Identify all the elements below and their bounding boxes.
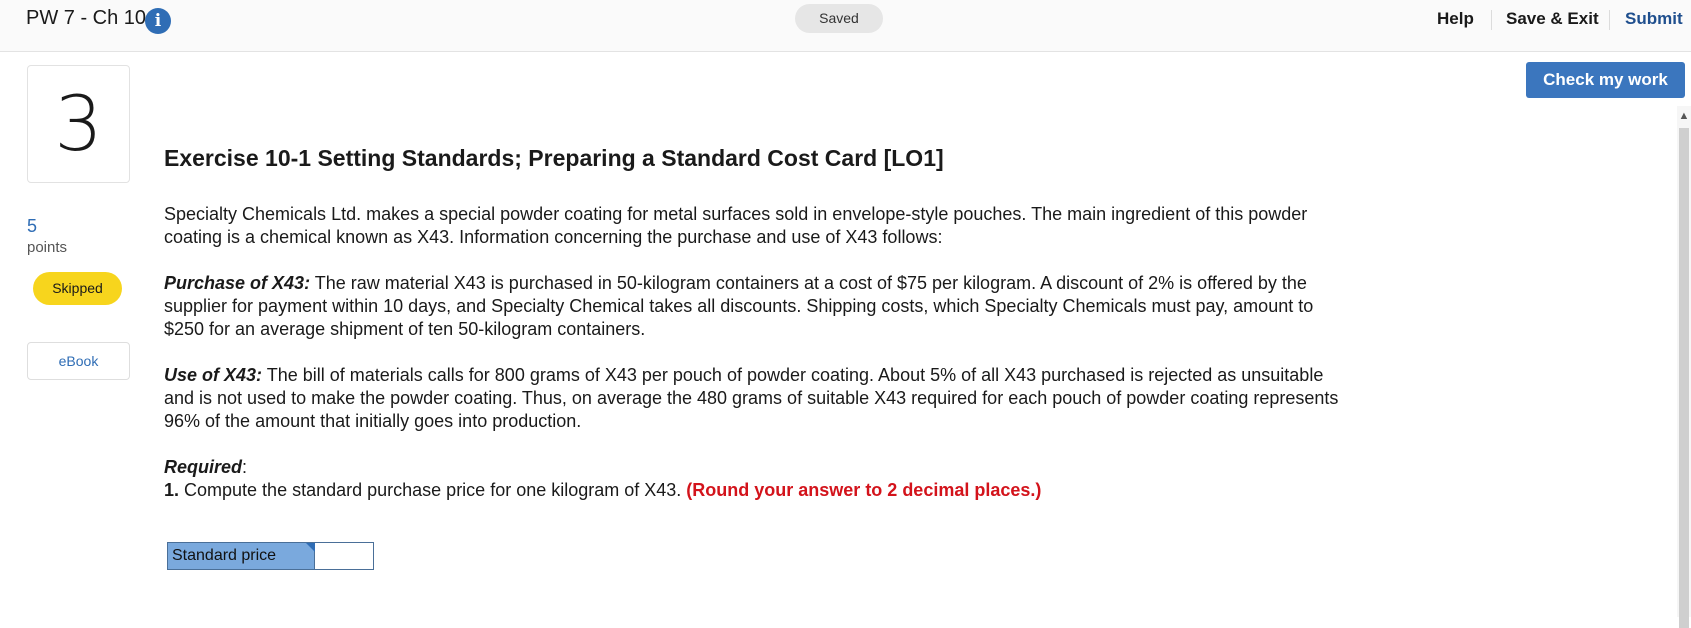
nav-divider: [1491, 10, 1492, 30]
submit-link[interactable]: Submit: [1625, 9, 1683, 29]
scroll-thumb[interactable]: [1679, 128, 1689, 628]
cell-marker-icon: [306, 543, 315, 552]
nav-divider: [1609, 10, 1610, 30]
question-number: 3: [27, 65, 130, 183]
status-badge: Skipped: [33, 272, 122, 305]
requirement-1: 1. Compute the standard purchase price f…: [164, 479, 1344, 502]
purchase-text: The raw material X43 is purchased in 50-…: [164, 273, 1314, 339]
help-link[interactable]: Help: [1437, 9, 1474, 29]
use-text: The bill of materials calls for 800 gram…: [164, 365, 1339, 431]
standard-price-input[interactable]: [315, 542, 374, 570]
standard-price-label-text: Standard price: [172, 547, 277, 564]
answer-table-row: Standard price: [167, 542, 374, 570]
requirement-number: 1.: [164, 480, 180, 500]
save-exit-link[interactable]: Save & Exit: [1506, 9, 1599, 29]
requirement-text: Compute the standard purchase price for …: [179, 480, 687, 500]
scrollbar[interactable]: ▲: [1677, 106, 1691, 628]
ebook-button[interactable]: eBook: [27, 342, 130, 380]
points-value: 5: [27, 216, 38, 236]
purchase-paragraph: Purchase of X43: The raw material X43 is…: [164, 272, 1344, 341]
purchase-heading: Purchase of X43:: [164, 273, 311, 293]
use-heading: Use of X43:: [164, 365, 263, 385]
use-paragraph: Use of X43: The bill of materials calls …: [164, 364, 1344, 433]
top-bar: PW 7 - Ch 10 i Saved Help Save & Exit Su…: [0, 0, 1691, 52]
saved-status: Saved: [795, 4, 883, 33]
info-icon[interactable]: i: [145, 8, 171, 34]
exercise-title: Exercise 10-1 Setting Standards; Prepari…: [164, 145, 944, 171]
points-label: points: [27, 239, 68, 256]
check-my-work-button[interactable]: Check my work: [1526, 62, 1685, 98]
standard-price-label: Standard price: [167, 542, 315, 570]
rounding-note: (Round your answer to 2 decimal places.): [686, 480, 1042, 500]
assignment-title: PW 7 - Ch 10: [26, 7, 147, 29]
required-heading: Required: [164, 457, 243, 477]
question-content: Exercise 10-1 Setting Standards; Prepari…: [164, 143, 1344, 502]
chevron-up-icon[interactable]: ▲: [1677, 106, 1691, 126]
intro-paragraph: Specialty Chemicals Ltd. makes a special…: [164, 204, 1308, 247]
required-colon: :: [242, 457, 248, 477]
required-heading-line: Required:: [164, 456, 1344, 479]
